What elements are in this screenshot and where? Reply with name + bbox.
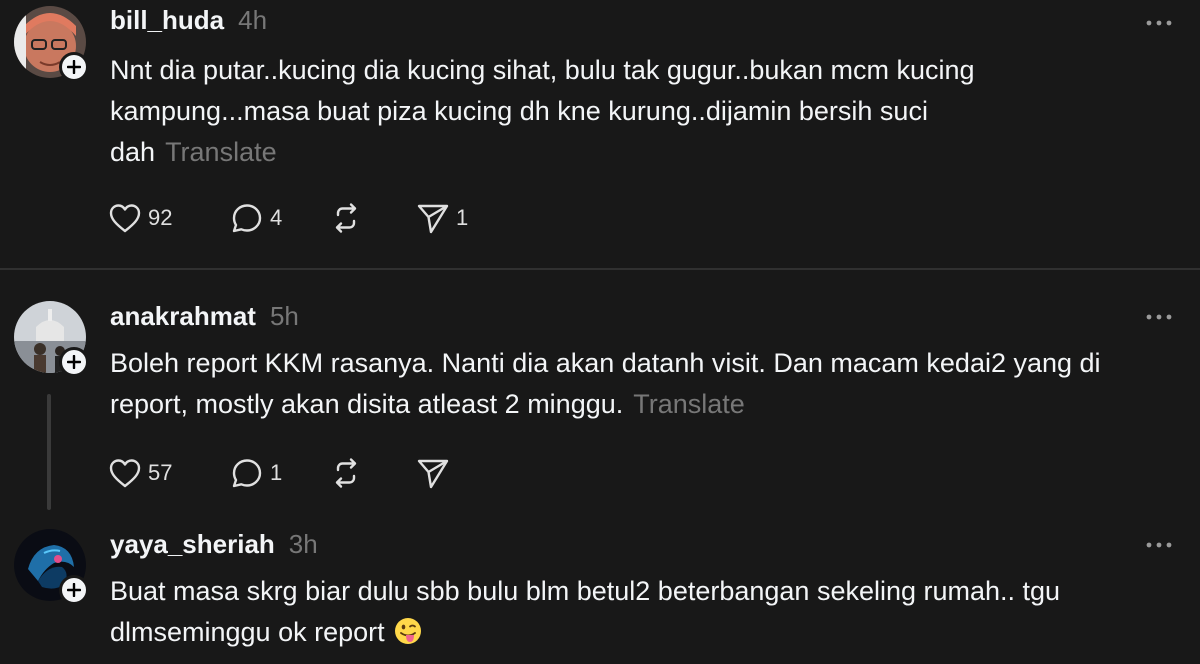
repost-icon xyxy=(335,203,357,233)
more-button[interactable] xyxy=(1144,8,1174,38)
like-button[interactable]: 57 xyxy=(108,458,230,488)
plus-icon xyxy=(67,583,81,597)
like-count: 57 xyxy=(148,460,173,485)
follow-button[interactable] xyxy=(59,575,89,605)
action-bar: 57 1 xyxy=(108,455,456,491)
plus-icon xyxy=(67,60,81,74)
post-text: Boleh report KKM rasanya. Nanti dia akan… xyxy=(110,348,1101,419)
more-icon xyxy=(1146,20,1172,26)
reply-count: 4 xyxy=(270,205,283,230)
follow-button[interactable] xyxy=(59,347,89,377)
comment-icon xyxy=(232,204,262,233)
more-button[interactable] xyxy=(1144,302,1174,332)
send-icon xyxy=(417,204,449,234)
follow-button[interactable] xyxy=(59,52,89,82)
post-header: yaya_sheriah 3h xyxy=(110,528,318,560)
more-icon xyxy=(1146,542,1172,548)
timestamp: 4h xyxy=(238,5,268,35)
repost-button[interactable] xyxy=(330,457,416,489)
avatar-wrap xyxy=(14,301,89,377)
timestamp: 3h xyxy=(288,529,318,559)
post-header: bill_huda 4h xyxy=(110,4,267,36)
username[interactable]: yaya_sheriah xyxy=(110,529,275,559)
more-button[interactable] xyxy=(1144,530,1174,560)
share-button[interactable] xyxy=(416,457,456,489)
repost-icon xyxy=(335,458,357,488)
translate-link[interactable]: Translate xyxy=(165,137,277,167)
more-icon xyxy=(1146,314,1172,320)
avatar-wrap xyxy=(14,529,89,605)
heart-icon xyxy=(109,204,141,233)
username[interactable]: bill_huda xyxy=(110,5,224,35)
avatar-wrap xyxy=(14,6,89,82)
translate-link[interactable]: Translate xyxy=(633,389,745,419)
thread-line xyxy=(47,394,51,510)
comment-icon xyxy=(232,459,262,488)
post-text-container: Boleh report KKM rasanya. Nanti dia akan… xyxy=(110,343,1180,425)
timestamp: 5h xyxy=(269,301,299,331)
send-icon xyxy=(417,459,449,489)
post-text-container: Buat masa skrg biar dulu sbb bulu blm be… xyxy=(110,571,1180,653)
post-divider xyxy=(0,268,1200,270)
post-text-container: Nnt dia putar..kucing dia kucing sihat, … xyxy=(110,50,1070,173)
like-button[interactable]: 92 xyxy=(108,203,230,233)
reply-button[interactable]: 1 xyxy=(230,457,330,489)
share-count: 1 xyxy=(456,205,469,230)
reply-count: 1 xyxy=(270,460,283,485)
heart-icon xyxy=(109,459,141,488)
like-count: 92 xyxy=(148,205,173,230)
tongue-out-emoji xyxy=(393,616,423,646)
username[interactable]: anakrahmat xyxy=(110,301,256,331)
repost-button[interactable] xyxy=(330,202,416,234)
plus-icon xyxy=(67,355,81,369)
post-header: anakrahmat 5h xyxy=(110,300,299,332)
reply-button[interactable]: 4 xyxy=(230,202,330,234)
action-bar: 92 4 1 xyxy=(108,200,468,236)
share-button[interactable]: 1 xyxy=(416,202,468,234)
post-text: Buat masa skrg biar dulu sbb bulu blm be… xyxy=(110,576,1061,647)
